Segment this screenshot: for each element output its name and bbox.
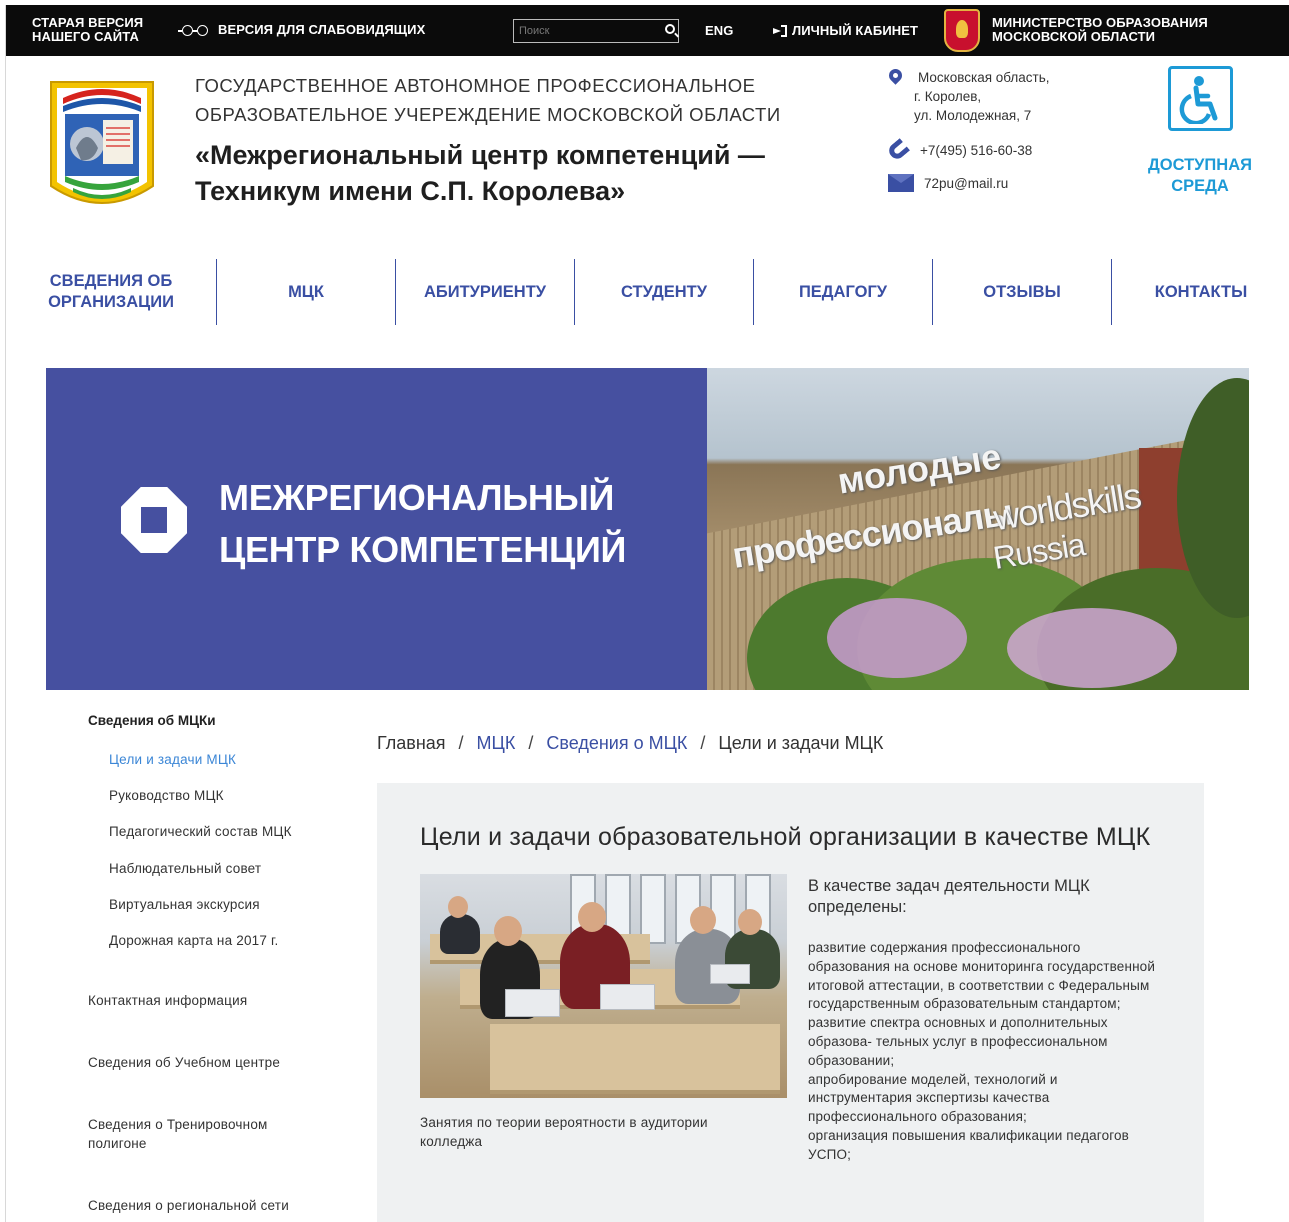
search-icon[interactable] [661,20,680,42]
address: Московская область, г. Королев, ул. Моло… [886,66,1050,125]
content-panel: Цели и задачи образовательной организаци… [377,783,1204,1222]
sidebar-subitem-management[interactable]: Руководство МЦК [109,788,224,803]
search-box [513,19,680,43]
sidebar-subitem-staff[interactable]: Педагогический состав МЦК [109,824,292,839]
octagon-logo-icon [121,487,187,553]
sidebar-item-training-ground[interactable]: Сведения о Тренировочном полигоне [88,1115,318,1153]
nav-item-organization[interactable]: Сведения об организации [6,259,216,325]
personal-cabinet-label: Личный кабинет [792,23,919,38]
task-item: апробирование моделей, технологий и инст… [808,1071,1058,1125]
task-item: развитие спектра основных и дополнительн… [808,1015,1108,1068]
nav-item-contacts[interactable]: Контакты [1111,259,1289,325]
phone-number[interactable]: +7(495) 516-60-38 [920,141,1032,160]
envelope-icon [888,174,914,192]
banner-title-line: Межрегиональный [219,477,615,518]
sign-in-icon [773,25,787,37]
breadcrumb-mck[interactable]: МЦК [477,733,516,754]
address-line: ул. Молодежная, 7 [914,108,1032,123]
nav-item-teachers[interactable]: Педагогу [753,259,932,325]
banner-photo: молодые профессионалы worldskills Russia [707,368,1249,690]
breadcrumb-info[interactable]: Сведения о МЦК [546,733,687,754]
org-title: «Межрегиональный центр компетенций — Тех… [195,140,765,206]
classroom-photo[interactable] [420,874,787,1098]
breadcrumb-current: Цели и задачи МЦК [718,733,884,753]
top-bar: Старая версия нашего сайта Версия для сл… [6,5,1289,56]
address-line: Московская область, [918,70,1050,85]
breadcrumb-separator: / [700,733,706,753]
address-line: г. Королев, [914,89,982,104]
page: Старая версия нашего сайта Версия для сл… [5,5,1289,1222]
sidebar-item-contacts[interactable]: Контактная информация [88,991,318,1010]
search-input[interactable] [514,25,661,37]
org-official-name: ГОСУДАРСТВЕННОЕ АВТОНОМНОЕ ПРОФЕССИОНАЛЬ… [195,75,781,125]
sidebar-subitem-roadmap[interactable]: Дорожная карта на 2017 г. [109,933,278,948]
task-item: развитие содержания профессионального об… [808,940,1156,1012]
sidebar-subitem-goals[interactable]: Цели и задачи МЦК [109,752,236,767]
email: 72pu@mail.ru [888,174,1008,193]
nav-item-mck[interactable]: МЦК [216,259,395,325]
sidebar-subitem-board[interactable]: Наблюдательный совет [109,861,261,876]
college-logo[interactable] [43,68,161,216]
banner-title-line: центр компетенций [219,529,627,570]
coat-of-arms-icon[interactable] [944,9,980,52]
banner-text-panel: Межрегиональный центр компетенций [46,368,707,690]
photo-caption: Занятия по теории вероятности в аудитори… [420,1115,708,1149]
nav-item-students[interactable]: Студенту [574,259,753,325]
wheelchair-icon[interactable] [1168,66,1233,131]
page-title: Цели и задачи образовательной организаци… [420,823,1151,851]
breadcrumb-separator: / [528,733,534,753]
main-nav: Сведения об организации МЦК Абитуриенту … [6,259,1289,325]
breadcrumb: Главная / МЦК / Сведения о МЦК / Цели и … [377,733,883,754]
personal-cabinet-link[interactable]: Личный кабинет [773,24,918,38]
sidebar-subitem-tour[interactable]: Виртуальная экскурсия [109,897,260,912]
tasks-list: развитие содержания профессионального об… [808,939,1158,1165]
language-switch[interactable]: ENG [705,24,733,38]
low-vision-label: Версия для слабовидящих [218,22,426,37]
breadcrumb-home[interactable]: Главная [377,733,446,754]
accessible-environment-link[interactable]: Доступная среда [1134,155,1266,197]
map-pin-icon [886,66,905,89]
low-vision-link[interactable]: Версия для слабовидящих [178,23,425,37]
glasses-icon [178,23,212,37]
old-version-link[interactable]: Старая версия нашего сайта [32,16,162,44]
banner-title: Межрегиональный центр компетенций [219,472,626,576]
sidebar-heading[interactable]: Сведения об МЦКи [88,713,216,728]
nav-item-applicants[interactable]: Абитуриенту [395,259,574,325]
task-item: организация повышения квалификации педаг… [808,1127,1129,1162]
sidebar-item-training-center[interactable]: Сведения об Учебном центре [88,1053,318,1072]
hero-banner: Межрегиональный центр компетенций молоды… [46,368,1249,690]
nav-item-reviews[interactable]: Отзывы [932,259,1111,325]
phone-icon [885,138,911,162]
email-address[interactable]: 72pu@mail.ru [924,174,1008,193]
sidebar-item-regional-network[interactable]: Сведения о региональной сети [88,1196,318,1215]
phone: +7(495) 516-60-38 [885,138,1032,162]
ministry-link[interactable]: Министерство образования Московской обла… [992,16,1252,44]
tasks-intro: В качестве задач деятельности МЦК опреде… [808,877,1090,916]
breadcrumb-separator: / [458,733,464,753]
